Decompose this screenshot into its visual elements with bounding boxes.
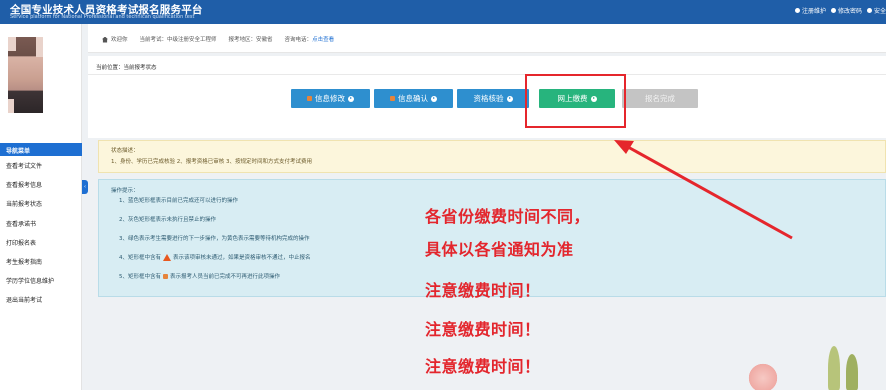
current-exam: 当前考试：中级注册安全工程师 xyxy=(139,37,217,43)
sidebar: 导航菜单 查看考试文件 查看报考信息 当前报考状态 查看承诺书 打印报名表 考生… xyxy=(0,24,82,390)
registration-complete-button: 报名完成 xyxy=(622,89,698,108)
lock-icon xyxy=(307,96,312,101)
notice-line-3: 注意缴费时间！ xyxy=(425,281,541,300)
decorative-flower xyxy=(748,360,778,390)
notice-line-1: 各省份缴费时间不同， xyxy=(425,207,591,226)
payment-highlight-box xyxy=(525,74,626,128)
breadcrumb: 当前位置：当前报考状态 xyxy=(96,65,157,71)
nav-item-commitment[interactable]: 查看承诺书 xyxy=(0,219,82,238)
nav-item-degree-info[interactable]: 学历学位信息维护 xyxy=(0,276,82,295)
status-text: 1、身份、学历已完成核验 2、报考资格已审核 3、按规定时间和方式支付考试费用 xyxy=(111,159,312,165)
notice-line-4: 注意缴费时间！ xyxy=(425,320,541,339)
tip-5: 5、矩形框中含有 表示报考人员当前已完成不可再进行此项操作 xyxy=(119,273,281,280)
nav-item-print-form[interactable]: 打印报名表 xyxy=(0,238,82,257)
arrow-right-icon xyxy=(506,95,513,102)
info-edit-button[interactable]: 信息修改 xyxy=(291,89,370,108)
decorative-leaf xyxy=(846,354,858,390)
lock-icon xyxy=(163,273,168,279)
home-icon xyxy=(102,36,108,43)
nav-item-registration-info[interactable]: 查看报考信息 xyxy=(0,180,82,199)
tip-1: 1、蓝色矩形框表示目前已完成还可以进行的操作 xyxy=(119,198,239,204)
arrow-right-icon xyxy=(348,95,354,102)
warning-icon xyxy=(163,253,171,261)
decorative-leaf xyxy=(828,346,840,390)
nav-menu-title: 导航菜单 xyxy=(0,143,82,156)
notice-line-2: 具体以各省通知为准 xyxy=(425,240,574,259)
top-header: 全国专业技术人员资格考试报名服务平台 Service platform for … xyxy=(0,0,886,24)
notice-line-5: 注意缴费时间！ xyxy=(425,357,541,376)
nav-list: 查看考试文件 查看报考信息 当前报考状态 查看承诺书 打印报名表 考生报考指南 … xyxy=(0,161,82,315)
qualification-check-button[interactable]: 资格核验 xyxy=(457,89,529,108)
status-title: 状态描述： xyxy=(111,148,139,154)
info-icon xyxy=(794,8,800,13)
edit-icon xyxy=(830,8,836,13)
phone-info: 咨询电话：点击查看 xyxy=(284,37,335,43)
tip-3: 3、绿色表示考生需要进行的下一步操作，为黄色表示需要等待机构完成的操作 xyxy=(119,236,310,242)
avatar xyxy=(8,37,43,113)
tip-2: 2、灰色矩形框表示未执行且禁止的操作 xyxy=(119,217,217,223)
info-bar: 欢迎你 当前考试：中级注册安全工程师 报考地区：安徽省 咨询电话：点击查看 xyxy=(88,24,886,53)
site-subtitle: Service platform for National Profession… xyxy=(10,14,195,20)
tip-4: 4、矩形框中含有 表示该项审核未通过，如果是资格审核不通过，中止报名 xyxy=(119,253,311,261)
tips-title: 操作提示： xyxy=(111,188,139,194)
welcome-label: 欢迎你 xyxy=(102,35,128,43)
security-link[interactable]: 安全 xyxy=(866,6,886,15)
change-password-link[interactable]: 修改密码 xyxy=(830,6,862,15)
exam-region: 报考地区：安徽省 xyxy=(228,37,273,43)
phone-link[interactable]: 点击查看 xyxy=(312,37,334,43)
nav-item-current-status[interactable]: 当前报考状态 xyxy=(0,199,82,218)
lock-icon xyxy=(390,96,395,101)
status-description: 状态描述： 1、身份、学历已完成核验 2、报考资格已审核 3、按规定时间和方式支… xyxy=(98,140,886,173)
register-link[interactable]: 注册维护 xyxy=(794,6,826,15)
divider xyxy=(88,74,886,75)
top-links: 注册维护 修改密码 安全 xyxy=(794,6,886,15)
nav-item-guide[interactable]: 考生报考指南 xyxy=(0,257,82,276)
nav-item-exam-files[interactable]: 查看考试文件 xyxy=(0,161,82,180)
power-icon xyxy=(866,8,872,13)
info-confirm-button[interactable]: 信息确认 xyxy=(374,89,453,108)
arrow-right-icon xyxy=(431,95,437,102)
nav-item-exit-exam[interactable]: 退出当前考试 xyxy=(0,295,82,314)
